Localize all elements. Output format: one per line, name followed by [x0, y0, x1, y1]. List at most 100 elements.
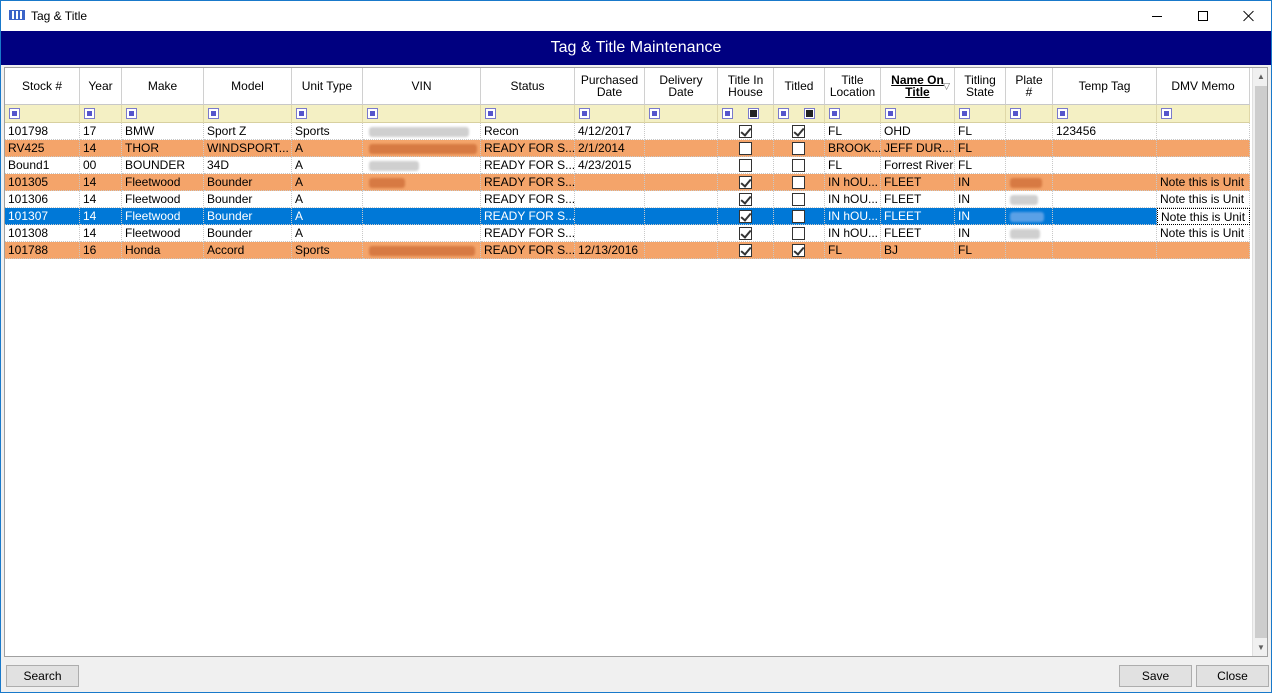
cell-dmv-memo[interactable]: Note this is Unit — [1157, 174, 1250, 191]
cell-plate[interactable] — [1006, 225, 1053, 242]
column-header-dmv-memo[interactable]: DMV Memo — [1157, 68, 1250, 105]
column-header-status[interactable]: Status — [481, 68, 575, 105]
cell-titled[interactable] — [774, 174, 825, 191]
cell-titling-state[interactable]: IN — [955, 208, 1006, 225]
filter-cell-year[interactable] — [80, 105, 122, 123]
filter-cell-plate[interactable] — [1006, 105, 1053, 123]
cell-vin[interactable] — [363, 191, 481, 208]
cell-vin[interactable] — [363, 208, 481, 225]
cell-title-in-house[interactable] — [718, 242, 774, 259]
cell-temp-tag[interactable] — [1053, 174, 1157, 191]
cell-name-on-title[interactable]: FLEET — [881, 174, 955, 191]
cell-model[interactable]: Sport Z — [204, 123, 292, 140]
cell-title-in-house[interactable] — [718, 174, 774, 191]
cell-dmv-memo[interactable] — [1157, 123, 1250, 140]
cell-vin[interactable] — [363, 123, 481, 140]
column-header-title-location[interactable]: Title Location — [825, 68, 881, 105]
cell-delivery-date[interactable] — [645, 157, 718, 174]
title-in-house-checkbox[interactable] — [739, 210, 752, 223]
cell-titled[interactable] — [774, 208, 825, 225]
cell-year[interactable]: 00 — [80, 157, 122, 174]
filter-icon[interactable] — [1161, 108, 1172, 119]
cell-purchased-date[interactable] — [575, 208, 645, 225]
cell-titling-state[interactable]: IN — [955, 174, 1006, 191]
cell-name-on-title[interactable]: FLEET — [881, 225, 955, 242]
column-header-name-on-title[interactable]: Name On Title ▽ — [881, 68, 955, 105]
cell-make[interactable]: Fleetwood — [122, 191, 204, 208]
cell-status[interactable]: READY FOR S... — [481, 242, 575, 259]
cell-year[interactable]: 14 — [80, 225, 122, 242]
cell-title-in-house[interactable] — [718, 123, 774, 140]
filter-cell-model[interactable] — [204, 105, 292, 123]
cell-year[interactable]: 14 — [80, 140, 122, 157]
cell-unit-type[interactable]: A — [292, 191, 363, 208]
filter-icon[interactable] — [579, 108, 590, 119]
filter-icon[interactable] — [367, 108, 378, 119]
column-header-stock[interactable]: Stock # — [5, 68, 80, 105]
filter-icon[interactable] — [829, 108, 840, 119]
cell-temp-tag[interactable] — [1053, 225, 1157, 242]
maximize-button[interactable] — [1180, 1, 1226, 31]
cell-year[interactable]: 17 — [80, 123, 122, 140]
filter-icon[interactable] — [778, 108, 789, 119]
cell-dmv-memo[interactable] — [1157, 242, 1250, 259]
filter-cell-make[interactable] — [122, 105, 204, 123]
cell-titled[interactable] — [774, 191, 825, 208]
column-header-unit-type[interactable]: Unit Type — [292, 68, 363, 105]
title-in-house-checkbox[interactable] — [739, 176, 752, 189]
column-header-title-in-house[interactable]: Title In House — [718, 68, 774, 105]
cell-name-on-title[interactable]: FLEET — [881, 191, 955, 208]
scroll-up-icon[interactable]: ▲ — [1253, 68, 1267, 85]
cell-plate[interactable] — [1006, 191, 1053, 208]
cell-name-on-title[interactable]: FLEET — [881, 208, 955, 225]
cell-purchased-date[interactable] — [575, 225, 645, 242]
cell-vin[interactable] — [363, 242, 481, 259]
cell-stock[interactable]: 101798 — [5, 123, 80, 140]
cell-title-in-house[interactable] — [718, 208, 774, 225]
cell-make[interactable]: Fleetwood — [122, 225, 204, 242]
cell-unit-type[interactable]: Sports — [292, 123, 363, 140]
cell-dmv-memo[interactable]: Note this is Unit — [1157, 191, 1250, 208]
cell-status[interactable]: READY FOR S... — [481, 174, 575, 191]
scroll-down-icon[interactable]: ▼ — [1253, 639, 1267, 656]
filter-cell-titling-state[interactable] — [955, 105, 1006, 123]
cell-delivery-date[interactable] — [645, 191, 718, 208]
cell-plate[interactable] — [1006, 123, 1053, 140]
cell-title-location[interactable]: BROOK... — [825, 140, 881, 157]
filter-icon[interactable] — [485, 108, 496, 119]
column-header-temp-tag[interactable]: Temp Tag — [1053, 68, 1157, 105]
cell-delivery-date[interactable] — [645, 225, 718, 242]
cell-dmv-memo[interactable] — [1157, 140, 1250, 157]
cell-delivery-date[interactable] — [645, 242, 718, 259]
cell-vin[interactable] — [363, 174, 481, 191]
cell-title-in-house[interactable] — [718, 157, 774, 174]
table-row[interactable]: 101788 16 Honda Accord Sports READY FOR S... 1… — [5, 242, 1250, 259]
cell-make[interactable]: BMW — [122, 123, 204, 140]
table-row[interactable]: 101307 14 Fleetwood Bounder A READY FOR S... I… — [5, 208, 1250, 225]
cell-name-on-title[interactable]: OHD — [881, 123, 955, 140]
cell-title-location[interactable]: IN hOU... — [825, 191, 881, 208]
filter-icon[interactable] — [126, 108, 137, 119]
column-header-titling-state[interactable]: Titling State — [955, 68, 1006, 105]
cell-purchased-date[interactable]: 12/13/2016 — [575, 242, 645, 259]
cell-temp-tag[interactable] — [1053, 191, 1157, 208]
cell-name-on-title[interactable]: JEFF DUR... — [881, 140, 955, 157]
cell-stock[interactable]: 101788 — [5, 242, 80, 259]
titled-checkbox[interactable] — [792, 210, 805, 223]
cell-status[interactable]: READY FOR S... — [481, 157, 575, 174]
cell-titling-state[interactable]: IN — [955, 225, 1006, 242]
filter-icon[interactable] — [1057, 108, 1068, 119]
column-header-model[interactable]: Model — [204, 68, 292, 105]
cell-unit-type[interactable]: A — [292, 157, 363, 174]
search-button[interactable]: Search — [6, 665, 79, 687]
cell-titling-state[interactable]: IN — [955, 191, 1006, 208]
cell-delivery-date[interactable] — [645, 208, 718, 225]
title-in-house-checkbox[interactable] — [739, 142, 752, 155]
cell-stock[interactable]: Bound1 — [5, 157, 80, 174]
filter-cell-stock[interactable] — [5, 105, 80, 123]
minimize-button[interactable] — [1134, 1, 1180, 31]
title-in-house-checkbox[interactable] — [739, 193, 752, 206]
cell-year[interactable]: 16 — [80, 242, 122, 259]
scroll-thumb[interactable] — [1255, 86, 1267, 638]
titled-checkbox[interactable] — [792, 176, 805, 189]
